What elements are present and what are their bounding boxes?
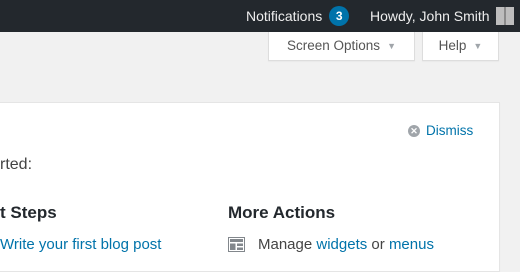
notifications-label: Notifications — [246, 8, 323, 24]
avatar — [495, 7, 514, 25]
write-first-post-link[interactable]: Write your first blog post — [0, 236, 161, 253]
help-button[interactable]: Help ▼ — [422, 32, 499, 61]
manage-widgets-menus-item: Manage widgets or menus — [228, 236, 434, 253]
notifications-menu[interactable]: Notifications 3 — [246, 0, 350, 32]
dismiss-link[interactable]: ✕ Dismiss — [408, 123, 473, 139]
help-label: Help — [438, 38, 467, 53]
screen-options-label: Screen Options — [287, 38, 381, 53]
dashboard-widgets-icon — [228, 237, 245, 252]
dismiss-icon: ✕ — [408, 125, 420, 137]
screen-options-button[interactable]: Screen Options ▼ — [268, 32, 415, 61]
account-menu[interactable]: Howdy, John Smith — [370, 0, 514, 32]
chevron-down-icon: ▼ — [387, 41, 396, 51]
howdy-user-text: Howdy, John Smith — [370, 8, 490, 24]
welcome-subtitle: rted: — [0, 156, 33, 173]
or-text: or — [371, 236, 385, 253]
widgets-link[interactable]: widgets — [316, 236, 367, 253]
admin-bar: Notifications 3 Howdy, John Smith — [0, 0, 520, 32]
notifications-count-badge: 3 — [329, 6, 350, 26]
more-actions-heading: More Actions — [228, 203, 336, 222]
dismiss-label: Dismiss — [426, 123, 474, 138]
first-steps-heading: t Steps — [0, 203, 57, 222]
menus-link[interactable]: menus — [389, 236, 434, 253]
manage-text: Manage — [258, 236, 313, 253]
chevron-down-icon: ▼ — [473, 41, 483, 51]
